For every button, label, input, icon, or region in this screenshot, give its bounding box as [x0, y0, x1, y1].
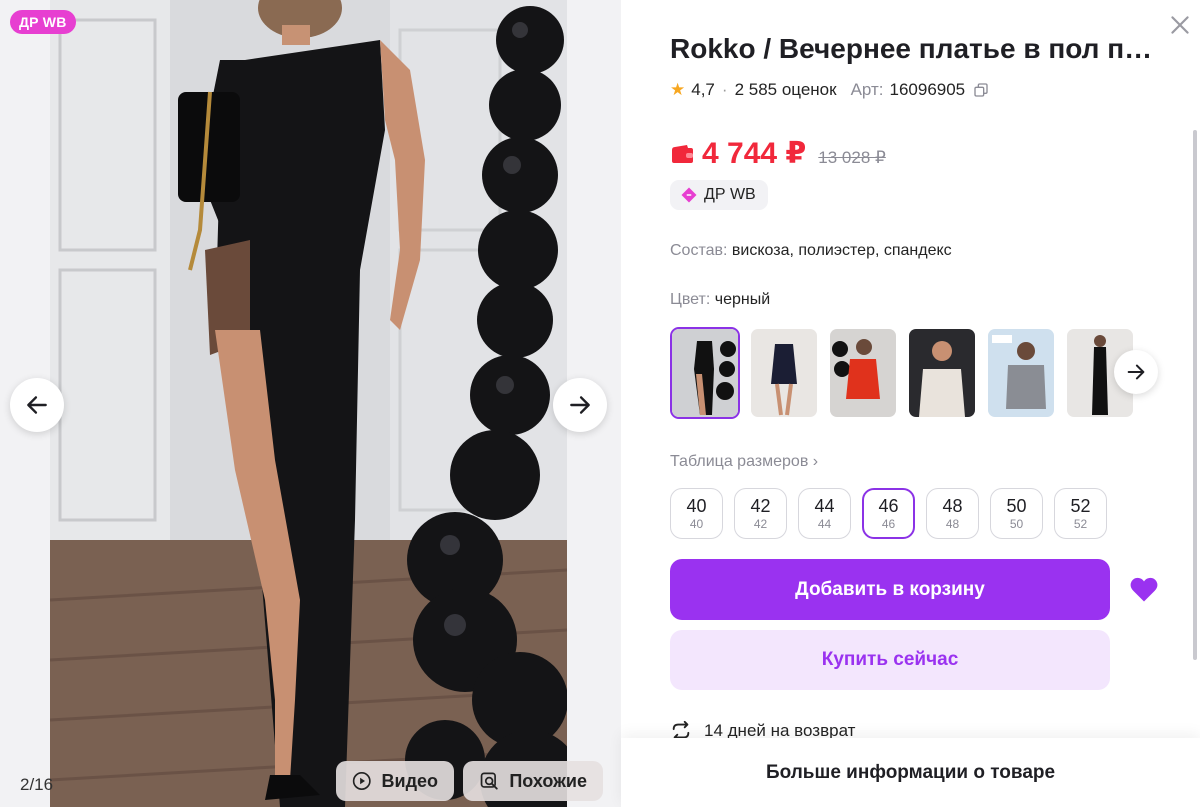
product-photo [50, 0, 567, 807]
play-icon [352, 772, 371, 790]
size-sub: 42 [753, 516, 768, 531]
size-option-52[interactable]: 52 52 [1054, 488, 1107, 539]
color-variant-3[interactable] [828, 327, 898, 419]
size-sub: 52 [1073, 516, 1088, 531]
composition: Состав: вискоза, полиэстер, спандекс [670, 242, 952, 260]
arrow-left-icon [27, 396, 47, 414]
size-option-50[interactable]: 50 50 [990, 488, 1043, 539]
size-sub: 44 [817, 516, 832, 531]
color-value: черный [714, 291, 771, 308]
similar-label: Похожие [509, 770, 587, 791]
size-main: 52 [1070, 495, 1091, 516]
size-option-46[interactable]: 46 46 [862, 488, 915, 539]
star-icon: ★ [670, 80, 686, 99]
product-quick-view: ДР WB 2/16 Видео Похожие Rokko / Вечерне… [0, 0, 1200, 807]
arrow-right-icon [1127, 364, 1145, 380]
arrow-right-icon [570, 396, 590, 414]
ticket-icon [681, 187, 697, 203]
old-price: 13 028 ₽ [818, 148, 886, 167]
composition-label: Состав: [670, 242, 728, 259]
price-row: 4 744 ₽ 13 028 ₽ [670, 136, 886, 171]
size-option-40[interactable]: 40 40 [670, 488, 723, 539]
color-variants [670, 327, 1139, 419]
image-counter: 2/16 [20, 775, 54, 794]
article-number: 16096905 [889, 80, 966, 99]
separator-dot: · [721, 80, 728, 99]
image-gallery: ДР WB 2/16 Видео Похожие [0, 0, 621, 807]
rating-row: ★ 4,7 · 2 585 оценок Арт: 16096905 [670, 80, 989, 100]
product-panel: Rokko / Вечернее платье в пол пр… ★ 4,7 … [621, 0, 1200, 807]
rating-value: 4,7 [691, 80, 715, 99]
heart-icon[interactable] [1129, 575, 1159, 603]
size-selector: 40 40 42 42 44 44 46 46 48 48 50 50 52 52 [670, 488, 1107, 539]
color-variant-2[interactable] [749, 327, 819, 419]
add-to-cart-button[interactable]: Добавить в корзину [670, 559, 1110, 620]
close-icon [1171, 16, 1189, 34]
color-variant-5[interactable] [986, 327, 1056, 419]
size-main: 42 [750, 495, 771, 516]
more-info-button[interactable]: Больше информации о товаре [621, 738, 1200, 807]
size-option-42[interactable]: 42 42 [734, 488, 787, 539]
color-variant-1[interactable] [670, 327, 740, 419]
copy-icon[interactable] [973, 82, 989, 98]
thumbs-next-button[interactable] [1114, 350, 1158, 394]
search-image-icon [480, 772, 498, 790]
color-variant-4[interactable] [907, 327, 977, 419]
video-button[interactable]: Видео [336, 761, 454, 801]
product-title[interactable]: Rokko / Вечернее платье в пол пр… [670, 33, 1160, 65]
video-label: Видео [381, 770, 439, 791]
close-button[interactable] [1167, 12, 1193, 38]
buy-now-button[interactable]: Купить сейчас [670, 630, 1110, 690]
wallet-icon [672, 144, 693, 163]
prev-image-button[interactable] [10, 378, 64, 432]
next-image-button[interactable] [553, 378, 607, 432]
reviews-link[interactable]: 2 585 оценок [735, 80, 837, 100]
promo-badge: ДР WB [10, 10, 76, 34]
size-main: 50 [1006, 495, 1027, 516]
current-price: 4 744 ₽ [702, 137, 807, 170]
size-option-44[interactable]: 44 44 [798, 488, 851, 539]
size-sub: 50 [1009, 516, 1024, 531]
size-main: 44 [814, 495, 835, 516]
promo-chip-label: ДР WB [704, 186, 756, 203]
color-label: Цвет: [670, 291, 711, 308]
article-label: Арт: [850, 80, 884, 99]
color-info: Цвет: черный [670, 291, 770, 309]
size-sub: 46 [881, 516, 896, 531]
scrollbar[interactable] [1193, 130, 1197, 660]
size-sub: 48 [945, 516, 960, 531]
similar-button[interactable]: Похожие [463, 761, 603, 801]
size-sub: 40 [689, 516, 704, 531]
promo-chip[interactable]: ДР WB [670, 180, 768, 210]
size-main: 46 [878, 495, 899, 516]
size-table-link[interactable]: Таблица размеров › [670, 453, 818, 471]
size-main: 48 [942, 495, 963, 516]
size-option-48[interactable]: 48 48 [926, 488, 979, 539]
composition-value: вискоза, полиэстер, спандекс [731, 242, 952, 259]
size-main: 40 [686, 495, 707, 516]
